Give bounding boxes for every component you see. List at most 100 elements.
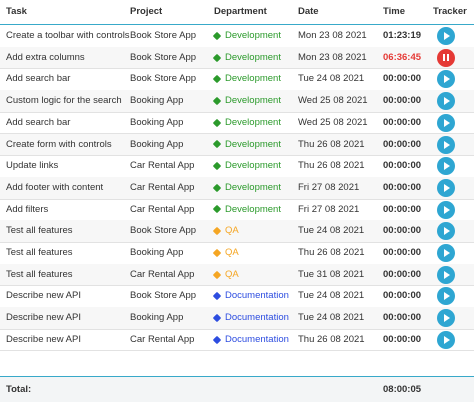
department-label: Development bbox=[225, 203, 281, 215]
department-cell: Documentation bbox=[212, 307, 289, 329]
table-row[interactable]: Test all features Car Rental App QA Tue 31 … bbox=[0, 263, 474, 287]
table-row[interactable]: Test all features Booking App QA Thu 26 08 … bbox=[0, 242, 474, 265]
column-header-project[interactable]: Project bbox=[130, 0, 162, 24]
time-cell: 00:00:00 bbox=[383, 333, 422, 345]
department-cell: QA bbox=[212, 264, 239, 286]
task-cell: Add filters bbox=[6, 203, 49, 215]
department-label: Development bbox=[225, 181, 281, 193]
department-cell: Development bbox=[212, 90, 281, 112]
department-label: Development bbox=[225, 73, 281, 85]
date-cell: Thu 26 08 2021 bbox=[298, 333, 365, 345]
column-header-date[interactable]: Date bbox=[298, 0, 319, 24]
date-cell: Tue 31 08 2021 bbox=[298, 268, 365, 280]
tag-icon bbox=[212, 53, 222, 62]
time-cell: 00:00:00 bbox=[383, 268, 422, 280]
column-header-tracker[interactable]: Tracker bbox=[433, 0, 467, 24]
start-tracker-button[interactable] bbox=[437, 200, 455, 219]
date-cell: Tue 24 08 2021 bbox=[298, 312, 365, 324]
date-cell: Tue 24 08 2021 bbox=[298, 290, 365, 302]
table-row[interactable]: Custom logic for the search Booking App De… bbox=[0, 90, 474, 113]
table-row[interactable]: Describe new API Booking App Documentation… bbox=[0, 307, 474, 330]
table-row[interactable]: Add extra columns Book Store App Developme… bbox=[0, 46, 474, 70]
time-cell: 00:00:00 bbox=[383, 73, 422, 85]
task-cell: Custom logic for the search bbox=[6, 95, 122, 107]
task-cell: Add search bar bbox=[6, 73, 71, 85]
department-label: Development bbox=[225, 95, 281, 107]
time-cell: 00:00:00 bbox=[383, 247, 422, 258]
table-row[interactable]: Create form with controls Booking App Deve… bbox=[0, 133, 474, 157]
start-tracker-button[interactable] bbox=[437, 27, 455, 45]
table-row[interactable]: Describe new API Book Store App Documentat… bbox=[0, 285, 474, 309]
time-tracker-grid: Task Project Department Date Time Tracke… bbox=[0, 0, 474, 402]
project-cell: Car Rental App bbox=[130, 268, 195, 280]
tag-icon bbox=[212, 31, 222, 41]
start-tracker-button[interactable] bbox=[437, 265, 455, 284]
table-row[interactable]: Add search bar Book Store App Development T… bbox=[0, 68, 474, 92]
pause-icon bbox=[443, 54, 449, 62]
tag-icon bbox=[212, 161, 222, 171]
project-cell: Car Rental App bbox=[130, 181, 195, 193]
start-tracker-button[interactable] bbox=[437, 113, 455, 132]
department-label: Development bbox=[225, 160, 281, 172]
task-cell: Create form with controls bbox=[6, 138, 112, 150]
start-tracker-button[interactable] bbox=[437, 157, 455, 176]
tag-icon bbox=[212, 74, 222, 84]
department-label: QA bbox=[225, 247, 239, 258]
play-icon bbox=[444, 314, 450, 323]
column-header-time[interactable]: Time bbox=[383, 0, 405, 24]
pause-tracker-button[interactable] bbox=[437, 48, 455, 67]
date-cell: Mon 23 08 2021 bbox=[298, 51, 367, 63]
department-cell: QA bbox=[212, 220, 239, 242]
date-cell: Fri 27 08 2021 bbox=[298, 181, 360, 193]
department-label: Documentation bbox=[225, 312, 289, 324]
department-cell: Documentation bbox=[212, 329, 289, 351]
table-row[interactable]: Create a toolbar with controls Book Store… bbox=[0, 25, 474, 48]
date-cell: Thu 26 08 2021 bbox=[298, 160, 365, 172]
footer-total-time: 08:00:05 bbox=[383, 384, 422, 395]
tag-icon bbox=[212, 226, 222, 236]
table-row[interactable]: Add footer with content Car Rental App Dev… bbox=[0, 176, 474, 200]
project-cell: Book Store App bbox=[130, 73, 197, 85]
table-row[interactable]: Update links Car Rental App Development Thu… bbox=[0, 155, 474, 178]
start-tracker-button[interactable] bbox=[437, 70, 455, 89]
play-icon bbox=[444, 205, 450, 214]
grid-header: Task Project Department Date Time Tracke… bbox=[0, 0, 474, 25]
start-tracker-button[interactable] bbox=[437, 330, 455, 349]
department-cell: Documentation bbox=[212, 285, 289, 307]
task-cell: Create a toolbar with controls bbox=[6, 30, 130, 41]
play-icon bbox=[444, 270, 450, 279]
column-header-task[interactable]: Task bbox=[6, 0, 27, 24]
start-tracker-button[interactable] bbox=[437, 135, 455, 154]
department-cell: Development bbox=[212, 25, 281, 47]
table-row[interactable]: Add search bar Booking App Development Wed … bbox=[0, 112, 474, 135]
table-row[interactable]: Test all features Book Store App QA Tue 24 … bbox=[0, 220, 474, 243]
start-tracker-button[interactable] bbox=[437, 222, 455, 241]
tag-icon bbox=[212, 335, 222, 344]
table-row[interactable]: Add filters Car Rental App Development Fri … bbox=[0, 199, 474, 222]
project-cell: Booking App bbox=[130, 138, 184, 150]
department-label: Development bbox=[225, 116, 281, 128]
date-cell: Mon 23 08 2021 bbox=[298, 30, 367, 41]
task-cell: Test all features bbox=[6, 247, 73, 258]
table-row[interactable]: Describe new API Car Rental App Documentat… bbox=[0, 329, 474, 352]
play-icon bbox=[444, 249, 450, 257]
tag-icon bbox=[212, 96, 222, 106]
start-tracker-button[interactable] bbox=[437, 178, 455, 197]
start-tracker-button[interactable] bbox=[437, 244, 455, 262]
tag-icon bbox=[212, 205, 222, 214]
column-header-department[interactable]: Department bbox=[214, 0, 267, 24]
start-tracker-button[interactable] bbox=[437, 92, 455, 111]
task-cell: Update links bbox=[6, 160, 59, 172]
department-label: Documentation bbox=[225, 333, 289, 345]
play-icon bbox=[444, 118, 450, 127]
start-tracker-button[interactable] bbox=[437, 287, 455, 306]
play-icon bbox=[444, 97, 450, 106]
tag-icon bbox=[212, 140, 222, 149]
department-cell: Development bbox=[212, 199, 281, 221]
time-cell: 00:00:00 bbox=[383, 116, 422, 128]
task-cell: Add search bar bbox=[6, 116, 71, 128]
department-cell: Development bbox=[212, 68, 281, 90]
project-cell: Booking App bbox=[130, 247, 184, 258]
start-tracker-button[interactable] bbox=[437, 309, 455, 328]
project-cell: Book Store App bbox=[130, 30, 197, 41]
